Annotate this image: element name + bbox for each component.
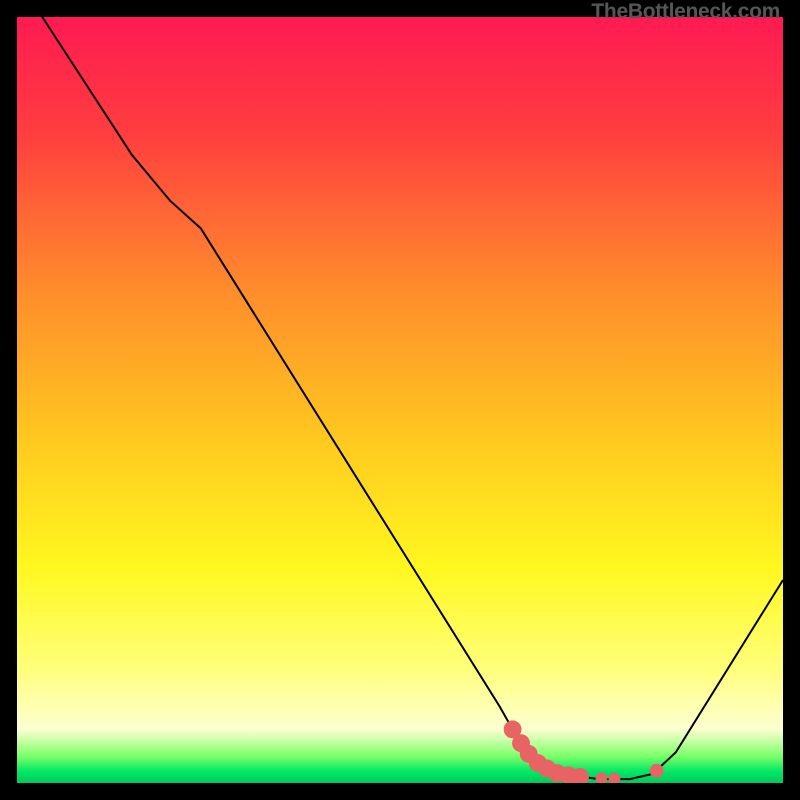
data-marker bbox=[595, 772, 607, 783]
watermark-text: TheBottleneck.com bbox=[591, 0, 780, 24]
plot-area bbox=[17, 17, 783, 783]
data-marker bbox=[609, 773, 621, 783]
data-marker bbox=[650, 764, 664, 778]
chart-container: TheBottleneck.com bbox=[0, 0, 800, 800]
bottleneck-curve bbox=[17, 17, 783, 783]
